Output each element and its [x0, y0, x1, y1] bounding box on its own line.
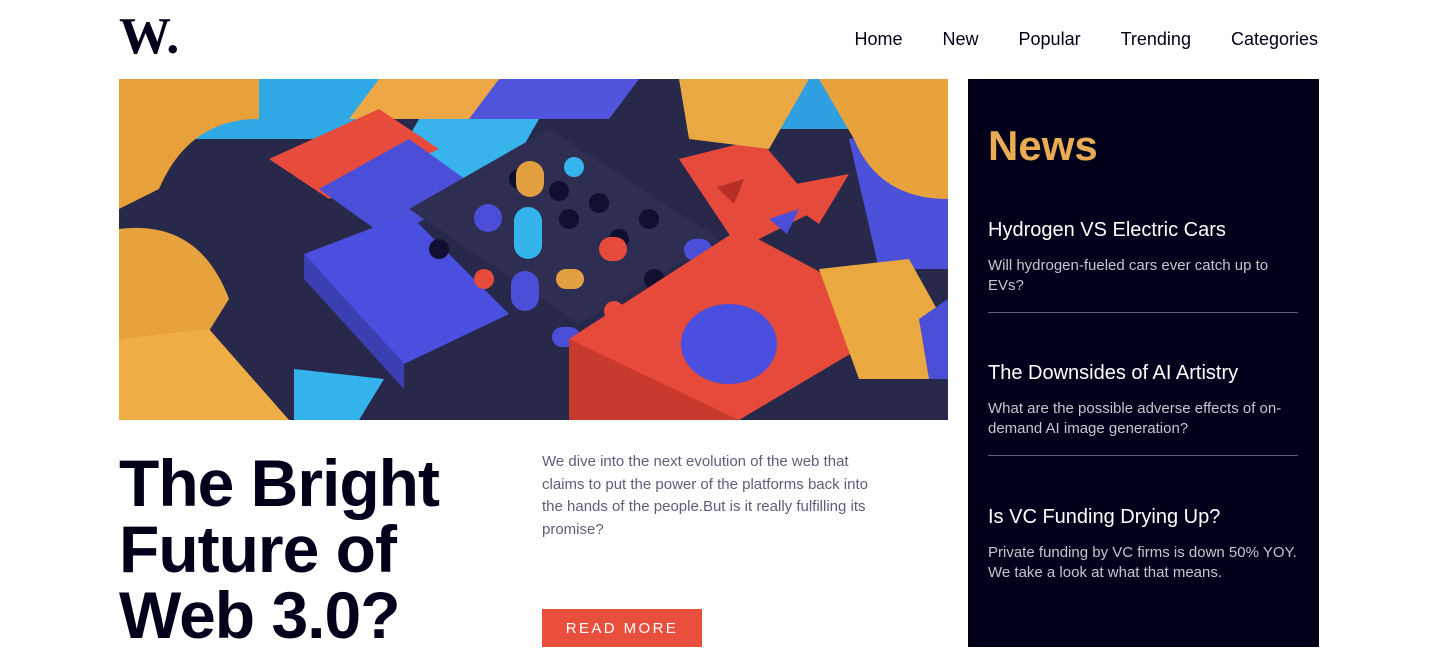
- site-logo[interactable]: W.: [119, 8, 185, 65]
- main-nav: Home New Popular Trending Categories: [855, 28, 1319, 50]
- news-item-summary: Will hydrogen-fueled cars ever catch up …: [988, 257, 1269, 294]
- news-item-summary: Private funding by VC firms is down 50% …: [988, 544, 1297, 581]
- news-title: News: [988, 122, 1098, 169]
- hero-description: We dive into the next evolution of the w…: [542, 453, 868, 538]
- nav-categories[interactable]: Categories: [1231, 28, 1318, 50]
- hero-image: [119, 79, 948, 420]
- headline-line-3: Web 3.0?: [119, 578, 401, 652]
- news-item-title[interactable]: Is VC Funding Drying Up?: [988, 505, 1298, 529]
- nav-trending[interactable]: Trending: [1121, 28, 1191, 50]
- headline-line-1: The Bright: [119, 446, 440, 520]
- nav-popular[interactable]: Popular: [1019, 28, 1081, 50]
- news-item[interactable]: The Downsides of AI Artistry What are th…: [988, 361, 1298, 438]
- news-item-title[interactable]: Hydrogen VS Electric Cars: [988, 218, 1298, 242]
- news-sidebar: News Hydrogen VS Electric Cars Will hydr…: [968, 79, 1319, 647]
- news-item[interactable]: Hydrogen VS Electric Cars Will hydrogen-…: [988, 218, 1298, 295]
- logo-w-mark: W.: [119, 8, 179, 65]
- news-divider: [988, 455, 1298, 456]
- news-item-summary: What are the possible adverse effects of…: [988, 400, 1282, 437]
- news-item-title[interactable]: The Downsides of AI Artistry: [988, 361, 1298, 385]
- hero-headline: The Bright Future of Web 3.0?: [119, 450, 519, 648]
- read-more-button[interactable]: READ MORE: [542, 609, 702, 647]
- news-item[interactable]: Is VC Funding Drying Up? Private funding…: [988, 505, 1298, 582]
- headline-line-2: Future of: [119, 512, 397, 586]
- svg-text:W.: W.: [119, 16, 179, 58]
- news-divider: [988, 312, 1298, 313]
- nav-new[interactable]: New: [943, 28, 979, 50]
- nav-home[interactable]: Home: [855, 28, 903, 50]
